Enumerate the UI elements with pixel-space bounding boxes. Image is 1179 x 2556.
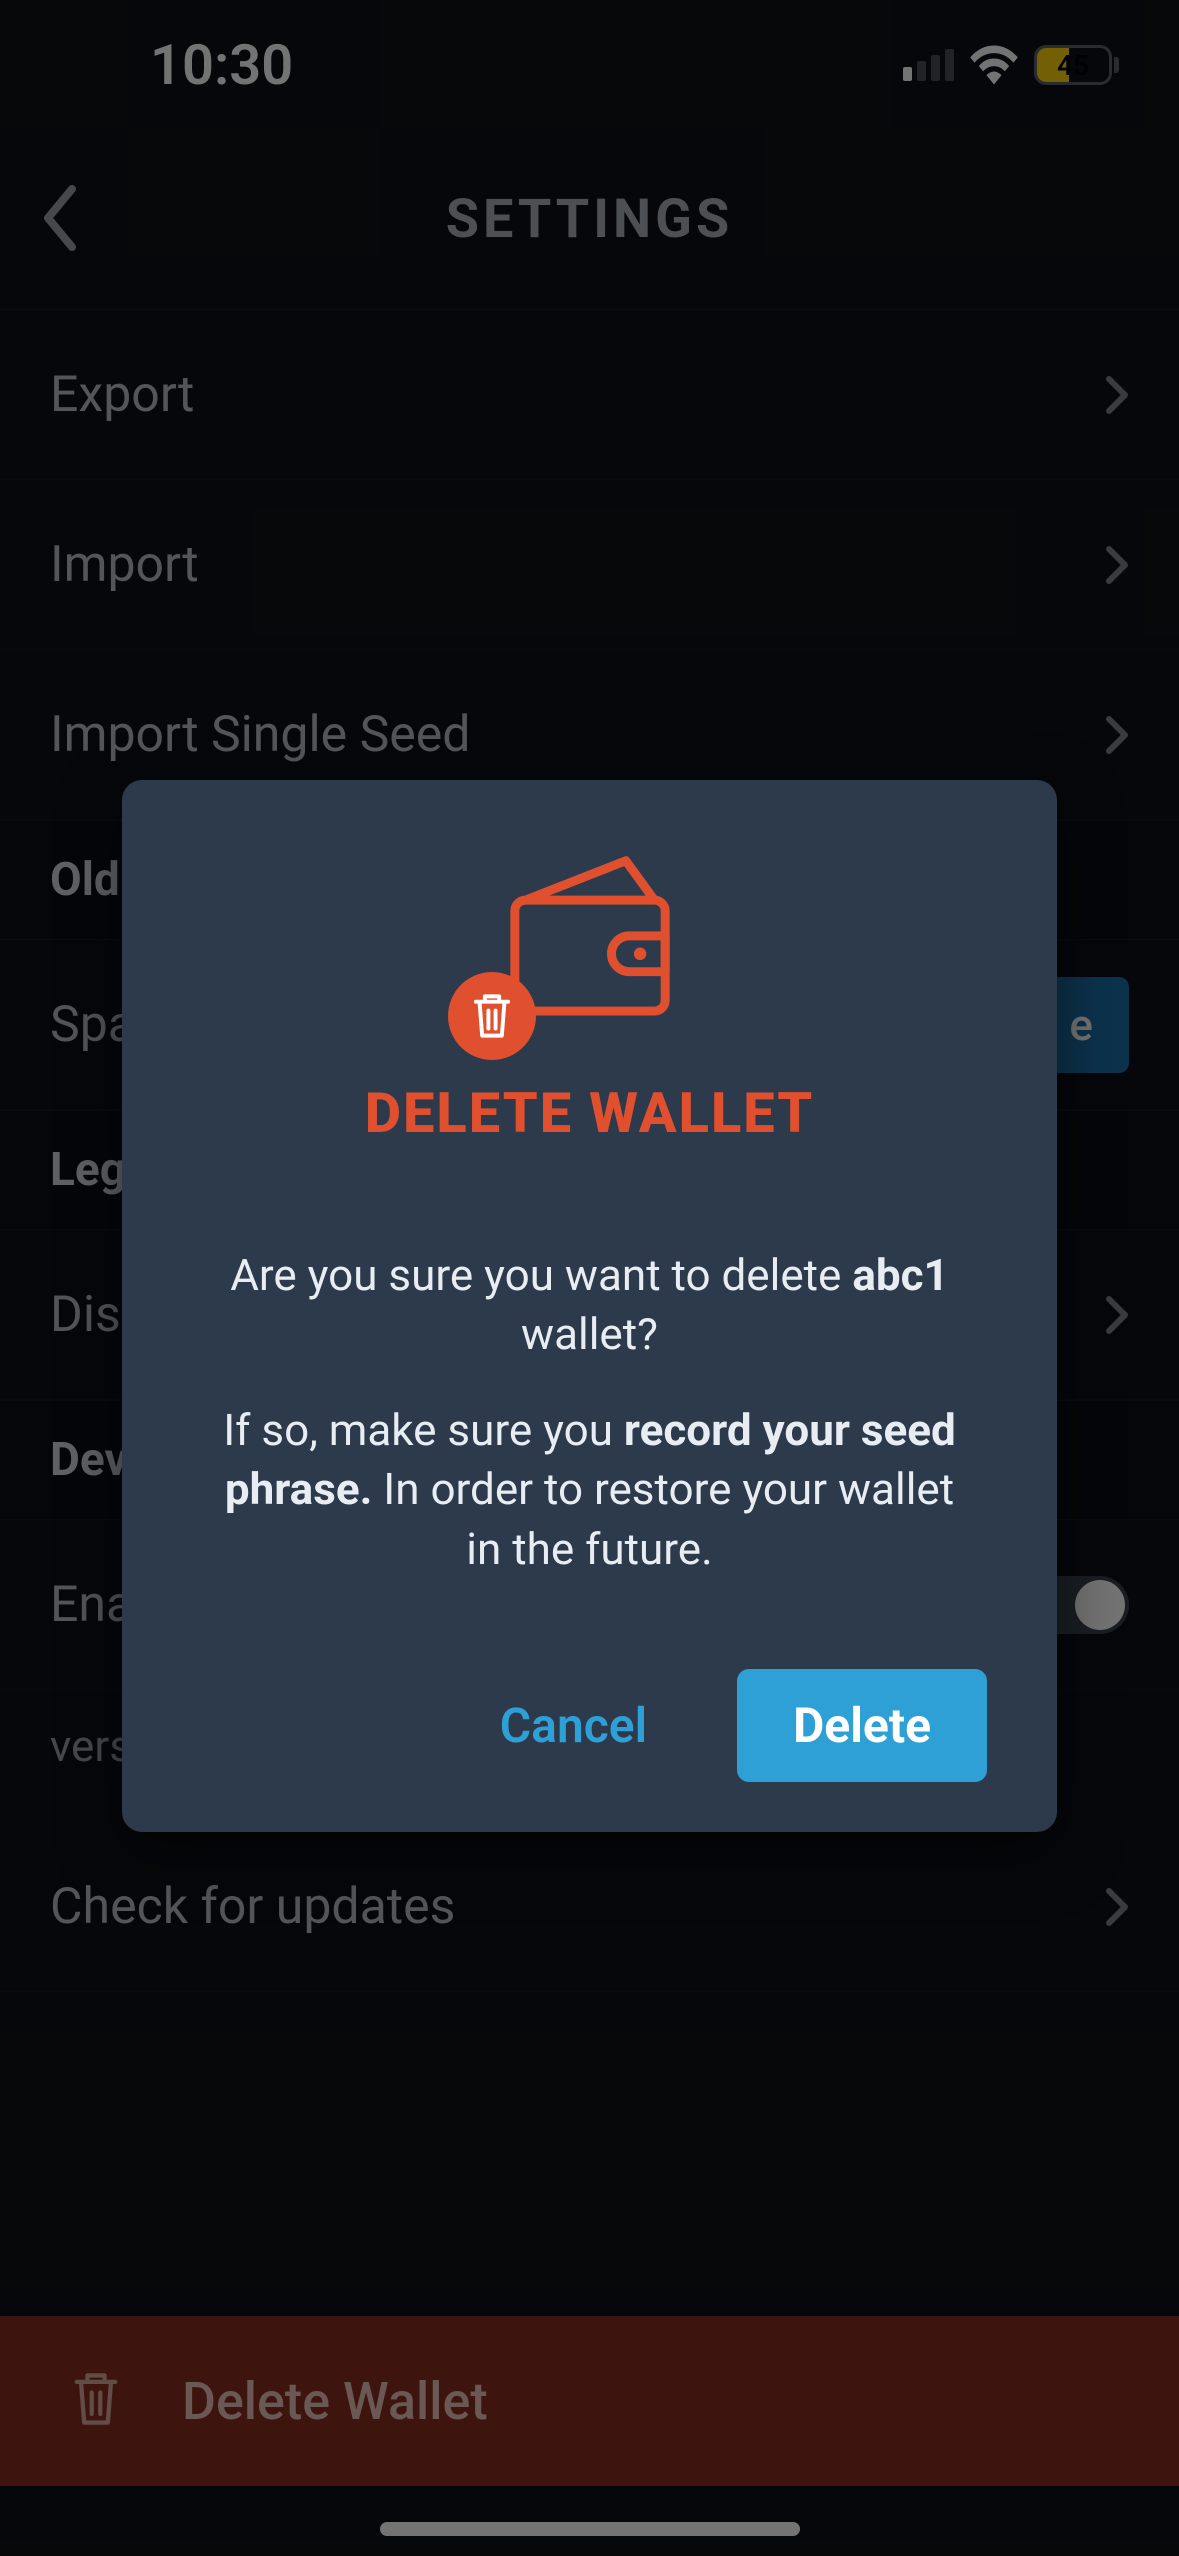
modal-actions: Cancel Delete	[182, 1669, 997, 1782]
modal-body: Are you sure you want to delete abc1 wal…	[182, 1246, 997, 1579]
delete-wallet-modal: DELETE WALLET Are you sure you want to d…	[122, 780, 1057, 1832]
trash-badge-icon	[448, 972, 536, 1060]
modal-title: DELETE WALLET	[182, 1080, 997, 1146]
modal-icon-container	[182, 850, 997, 1040]
wallet-icon	[500, 850, 680, 1040]
modal-message-1: Are you sure you want to delete abc1 wal…	[202, 1246, 977, 1365]
delete-button[interactable]: Delete	[737, 1669, 987, 1782]
cancel-button[interactable]: Cancel	[470, 1677, 677, 1774]
modal-message-2: If so, make sure you record your seed ph…	[202, 1401, 977, 1579]
